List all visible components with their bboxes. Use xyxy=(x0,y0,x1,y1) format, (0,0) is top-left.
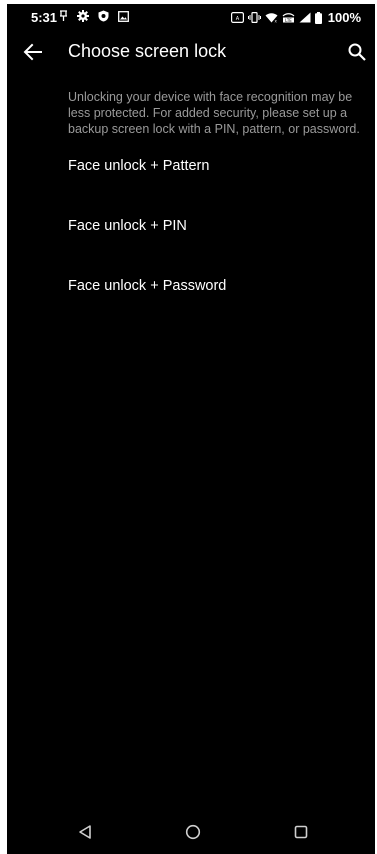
option-label: Face unlock + Password xyxy=(68,278,227,294)
nav-recents-button[interactable] xyxy=(289,820,313,844)
battery-icon xyxy=(314,11,322,24)
arrow-back-icon xyxy=(23,43,42,61)
status-time: 5:31 xyxy=(31,10,58,25)
navigation-bar xyxy=(7,810,375,854)
option-face-unlock-password[interactable]: Face unlock + Password xyxy=(7,261,375,321)
signal-icon xyxy=(299,12,311,23)
search-button[interactable] xyxy=(345,40,369,64)
gear-icon xyxy=(77,10,89,22)
circle-home-icon xyxy=(185,824,201,840)
svg-text:A: A xyxy=(236,16,240,22)
status-right-icons: A x LTE 100% xyxy=(230,10,361,25)
app-bar: Choose screen lock xyxy=(7,32,375,72)
image-icon xyxy=(118,10,129,22)
back-button[interactable] xyxy=(21,40,45,64)
pin-icon xyxy=(59,10,68,22)
option-face-unlock-pin[interactable]: Face unlock + PIN xyxy=(7,201,375,261)
screen-lock-options: Face unlock + Pattern Face unlock + PIN … xyxy=(7,141,375,321)
nav-home-button[interactable] xyxy=(181,820,205,844)
option-label: Face unlock + PIN xyxy=(68,218,187,234)
search-icon xyxy=(348,43,366,61)
option-face-unlock-pattern[interactable]: Face unlock + Pattern xyxy=(7,141,375,201)
triangle-back-icon xyxy=(79,825,91,839)
shield-icon xyxy=(98,10,109,22)
status-bar: 5:31 A x LTE 100% xyxy=(7,4,375,30)
square-recents-icon xyxy=(294,825,308,839)
wifi-icon: x xyxy=(265,12,278,23)
volte-icon: LTE xyxy=(282,12,295,23)
page-title: Choose screen lock xyxy=(68,41,227,61)
option-label: Face unlock + Pattern xyxy=(68,158,210,174)
nav-back-button[interactable] xyxy=(73,820,97,844)
vibrate-icon xyxy=(247,12,261,23)
status-left-icons xyxy=(59,10,129,22)
svg-text:x: x xyxy=(274,19,277,24)
phone-screen: 5:31 A x LTE 100% Choose screen lock Unl… xyxy=(7,4,375,854)
battery-percentage: 100% xyxy=(327,10,361,25)
auto-brightness-icon: A xyxy=(230,12,244,23)
svg-text:LTE: LTE xyxy=(285,18,292,23)
face-unlock-description: Unlocking your device with face recognit… xyxy=(68,90,360,136)
